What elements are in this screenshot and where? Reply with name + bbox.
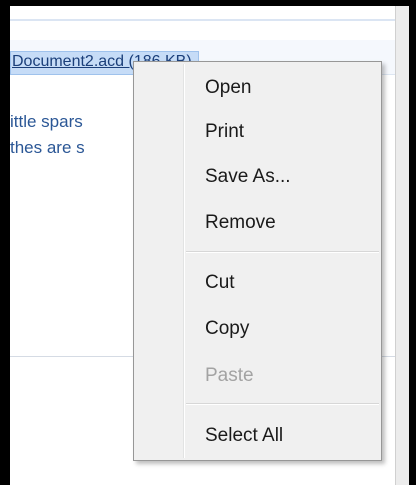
- menu-item-paste: Paste: [205, 365, 254, 386]
- message-body: ittle spars thes are s: [10, 109, 140, 161]
- menu-separator-2: [186, 403, 379, 405]
- menu-item-select-all[interactable]: Select All: [136, 417, 379, 455]
- menu-item-cut[interactable]: Cut: [136, 264, 379, 302]
- menu-item-remove[interactable]: Remove: [136, 204, 379, 242]
- menu-item-print[interactable]: Print: [136, 113, 379, 151]
- vertical-scrollbar[interactable]: [395, 6, 409, 485]
- window-frame-left: [0, 0, 10, 485]
- window-frame-right: [408, 0, 416, 485]
- menu-item-open[interactable]: Open: [136, 69, 379, 107]
- menu-item-copy[interactable]: Copy: [136, 310, 379, 348]
- attachment-context-menu: Open Print Save As... Remove Cut Copy Pa…: [133, 61, 382, 461]
- message-line-1: ittle spars: [10, 112, 83, 131]
- menu-item-save-as[interactable]: Save As...: [136, 158, 379, 196]
- toolbar-strip-accent: [10, 19, 395, 21]
- email-window-screen: Document2.acd (186 KB) ittle spars thes …: [0, 0, 416, 485]
- message-line-2: thes are s: [10, 138, 85, 157]
- menu-separator-1: [186, 251, 379, 253]
